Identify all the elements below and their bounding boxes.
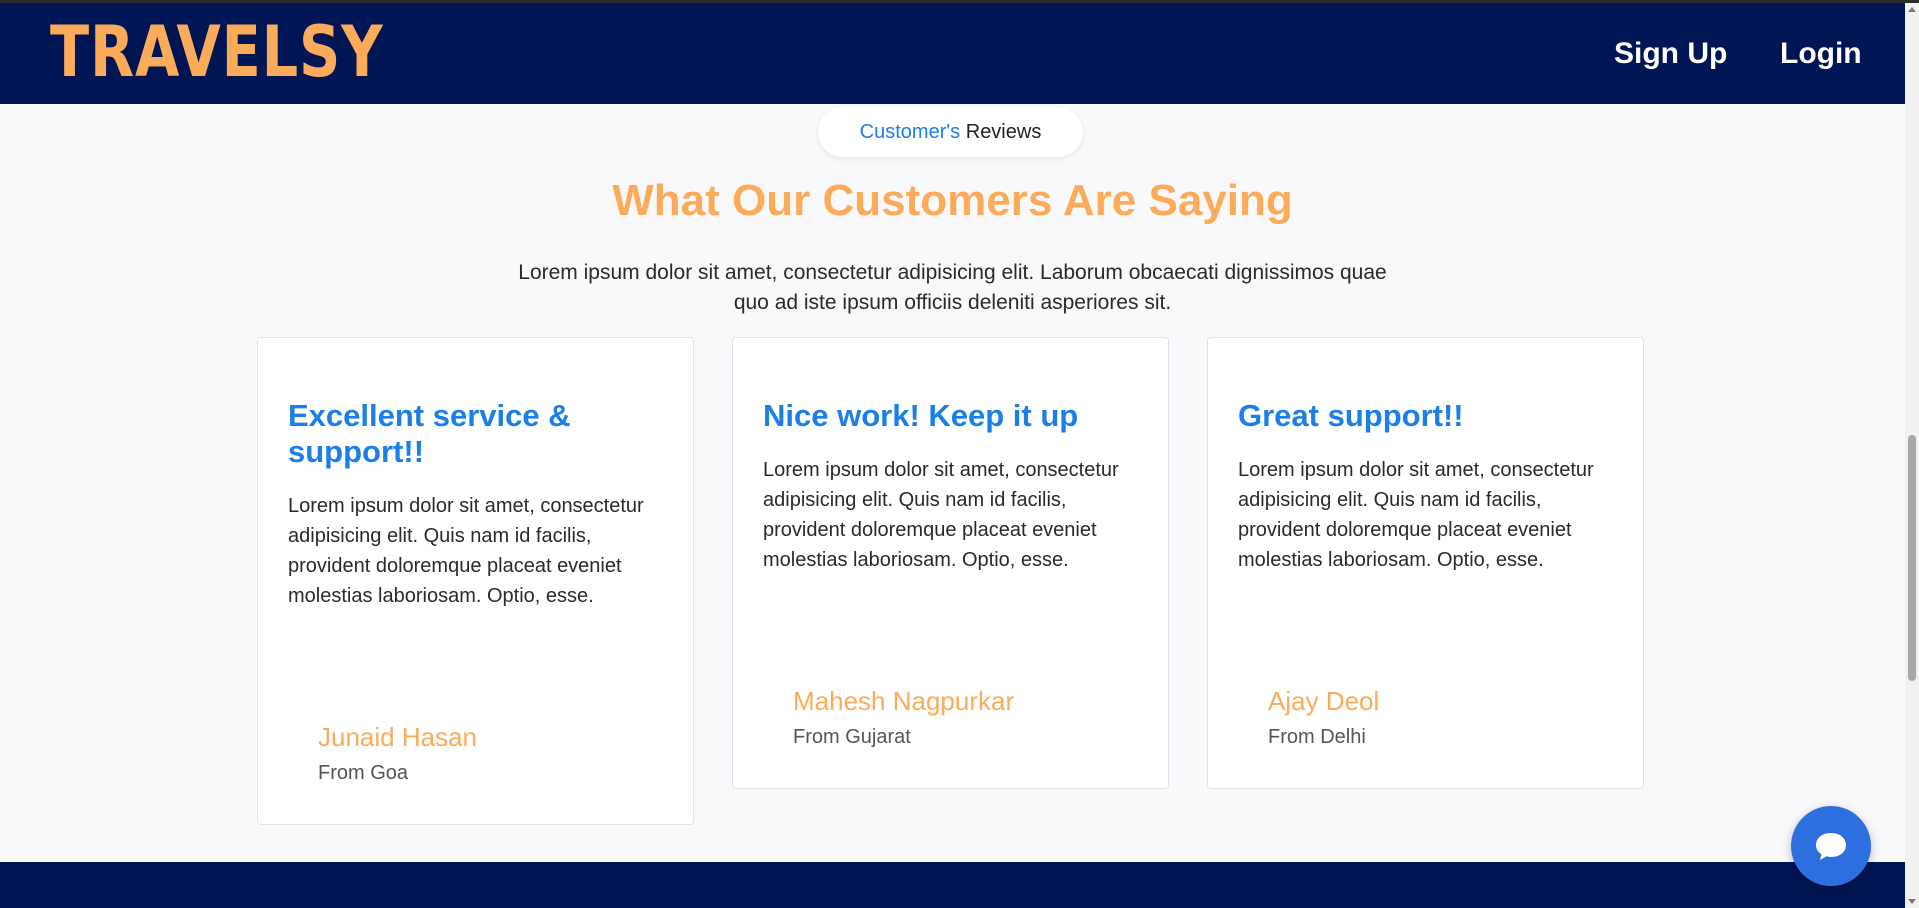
reviewer-location: From Gujarat xyxy=(793,726,911,748)
reviewer-name: Junaid Hasan xyxy=(318,722,477,752)
scrollbar-thumb[interactable] xyxy=(1908,435,1916,681)
section-label-rest: Reviews xyxy=(960,121,1042,143)
navbar: TRAVELSY Sign Up Login xyxy=(0,3,1905,104)
chat-bubble-icon xyxy=(1816,833,1846,860)
login-link[interactable]: Login xyxy=(1780,39,1862,69)
scroll-up-icon[interactable] xyxy=(1908,7,1916,12)
reviewer-name: Ajay Deol xyxy=(1268,686,1380,716)
footer xyxy=(0,862,1905,908)
review-text: Lorem ipsum dolor sit amet, consectetur … xyxy=(288,495,644,607)
section-label-pill: Customer's Reviews xyxy=(818,107,1083,157)
section-heading: What Our Customers Are Saying xyxy=(612,176,1293,225)
review-title: Excellent service & support!! xyxy=(288,398,571,469)
review-text: Lorem ipsum dolor sit amet, consectetur … xyxy=(763,459,1119,571)
vertical-scrollbar[interactable] xyxy=(1905,3,1919,908)
section-label-accent: Customer's xyxy=(859,121,961,143)
reviewer-name: Mahesh Nagpurkar xyxy=(793,686,1015,716)
signup-link[interactable]: Sign Up xyxy=(1614,39,1727,69)
review-card: Great support!! Lorem ipsum dolor sit am… xyxy=(1207,337,1644,789)
logo[interactable]: TRAVELSY xyxy=(50,17,384,87)
review-title: Nice work! Keep it up xyxy=(763,398,1079,433)
reviewer-location: From Delhi xyxy=(1268,726,1366,748)
scroll-down-icon[interactable] xyxy=(1908,899,1916,904)
review-title: Great support!! xyxy=(1238,398,1464,433)
review-card: Nice work! Keep it up Lorem ipsum dolor … xyxy=(732,337,1169,789)
section-intro: Lorem ipsum dolor sit amet, consectetur … xyxy=(518,261,1387,314)
reviewer-location: From Goa xyxy=(318,762,409,784)
review-text: Lorem ipsum dolor sit amet, consectetur … xyxy=(1238,459,1594,571)
chat-button[interactable] xyxy=(1791,806,1871,886)
review-card: Excellent service & support!! Lorem ipsu… xyxy=(257,337,694,825)
